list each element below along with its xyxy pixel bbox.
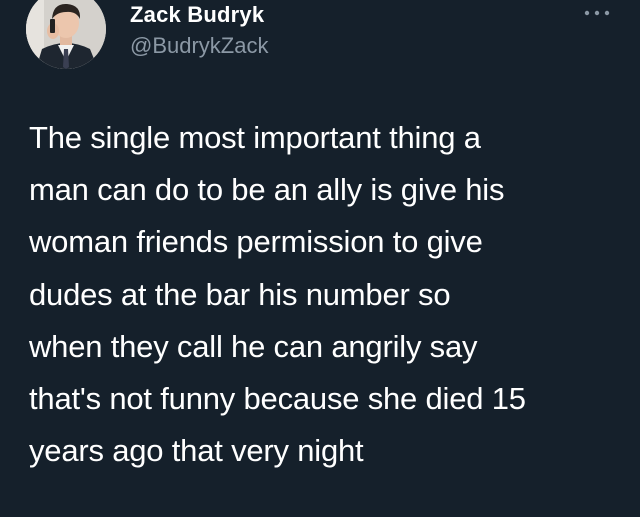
tweet-text: The single most important thing a man ca… <box>29 120 526 469</box>
avatar-photo <box>26 0 106 69</box>
author-display-name[interactable]: Zack Budryk <box>130 2 264 28</box>
more-horizontal-icon[interactable] <box>583 3 611 23</box>
avatar[interactable] <box>26 0 106 69</box>
author-handle[interactable]: @BudrykZack <box>130 33 268 59</box>
